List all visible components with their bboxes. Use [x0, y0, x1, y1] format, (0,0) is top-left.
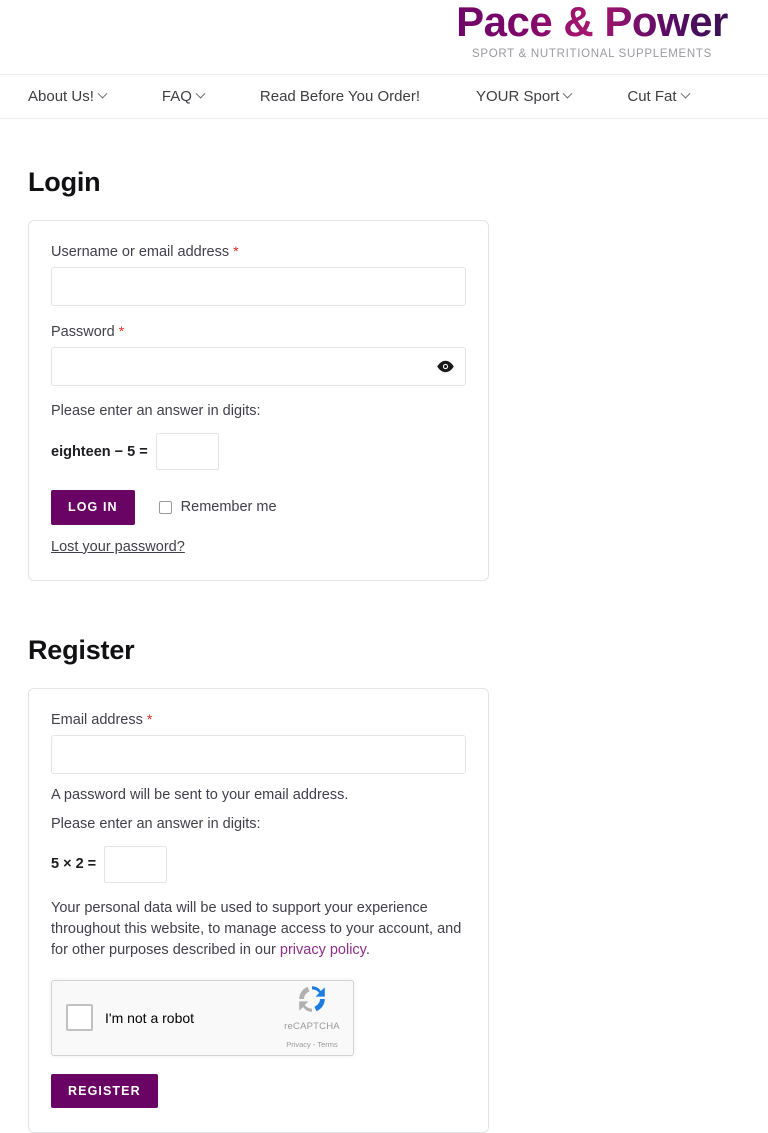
register-captcha-question: 5 × 2 =	[51, 856, 96, 872]
main-content: Login Username or email address * Passwo…	[0, 167, 768, 1133]
register-captcha-input[interactable]	[104, 846, 167, 883]
register-form-card: Email address * A password will be sent …	[28, 688, 489, 1133]
recaptcha-widget[interactable]: I'm not a robot reCAPTCHA Privacy - Term…	[51, 980, 354, 1056]
username-label: Username or email address *	[51, 243, 466, 260]
nav-item-faq[interactable]: FAQ	[162, 88, 204, 105]
email-helper-text: A password will be sent to your email ad…	[51, 787, 466, 803]
chevron-down-icon	[195, 89, 205, 99]
remember-me-control[interactable]: Remember me	[159, 499, 277, 515]
primary-navigation: About Us! FAQ Read Before You Order! YOU…	[0, 74, 768, 119]
site-branding[interactable]: Pace & Power Sport & Nutritional Supplem…	[432, 0, 752, 60]
login-form-card: Username or email address * Password * P…	[28, 220, 489, 581]
nav-list: About Us! FAQ Read Before You Order! YOU…	[0, 75, 768, 118]
email-label-text: Email address	[51, 712, 143, 728]
login-captcha-input[interactable]	[156, 433, 219, 470]
recaptcha-label: I'm not a robot	[105, 1010, 277, 1026]
remember-me-label: Remember me	[181, 499, 277, 515]
login-captcha-prompt: Please enter an answer in digits:	[51, 403, 466, 419]
register-heading: Register	[28, 635, 740, 666]
recaptcha-logo-icon	[296, 983, 328, 1015]
password-field-wrapper	[51, 347, 466, 386]
required-asterisk: *	[119, 323, 124, 339]
site-logo-text[interactable]: Pace & Power	[432, 0, 752, 44]
username-label-text: Username or email address	[51, 244, 229, 260]
privacy-notice-text-end: .	[366, 942, 370, 958]
register-button-wrapper: Register	[51, 1074, 466, 1109]
nav-item-label: YOUR Sport	[476, 88, 559, 105]
privacy-notice: Your personal data will be used to suppo…	[51, 898, 466, 961]
chevron-down-icon	[563, 89, 573, 99]
nav-item-label: Read Before You Order!	[260, 88, 420, 105]
privacy-policy-link[interactable]: privacy policy	[280, 942, 366, 958]
login-heading: Login	[28, 167, 740, 198]
nav-item-cut-fat[interactable]: Cut Fat	[627, 88, 688, 105]
log-in-button[interactable]: Log in	[51, 490, 135, 525]
register-captcha-prompt: Please enter an answer in digits:	[51, 816, 466, 832]
password-label-text: Password	[51, 324, 115, 340]
nav-item-label: Cut Fat	[627, 88, 676, 105]
lost-password-link[interactable]: Lost your password?	[51, 539, 185, 555]
required-asterisk: *	[233, 243, 238, 259]
chevron-down-icon	[680, 89, 690, 99]
recaptcha-legal-links[interactable]: Privacy - Terms	[286, 1040, 338, 1049]
email-input[interactable]	[51, 735, 466, 774]
nav-item-label: About Us!	[28, 88, 94, 105]
email-label: Email address *	[51, 711, 466, 728]
privacy-notice-text: Your personal data will be used to suppo…	[51, 900, 461, 958]
register-button[interactable]: Register	[51, 1074, 158, 1109]
recaptcha-branding: reCAPTCHA Privacy - Terms	[277, 983, 353, 1052]
site-tagline: Sport & Nutritional Supplements	[432, 48, 752, 60]
chevron-down-icon	[97, 89, 107, 99]
recaptcha-checkbox[interactable]	[66, 1004, 93, 1031]
username-input[interactable]	[51, 267, 466, 306]
nav-item-about-us[interactable]: About Us!	[28, 88, 106, 105]
remember-me-checkbox[interactable]	[159, 501, 172, 514]
password-label: Password *	[51, 323, 466, 340]
login-action-row: Log in Remember me	[51, 490, 466, 525]
required-asterisk: *	[147, 711, 152, 727]
register-captcha-row: 5 × 2 =	[51, 846, 466, 883]
nav-item-label: FAQ	[162, 88, 192, 105]
site-header: Pace & Power Sport & Nutritional Supplem…	[0, 0, 768, 74]
login-captcha-question: eighteen − 5 =	[51, 444, 148, 460]
login-captcha-row: eighteen − 5 =	[51, 433, 466, 470]
password-input[interactable]	[51, 347, 466, 386]
eye-icon[interactable]	[435, 360, 455, 374]
nav-item-read-before-you-order[interactable]: Read Before You Order!	[260, 88, 420, 105]
nav-item-your-sport[interactable]: YOUR Sport	[476, 88, 571, 105]
recaptcha-brand-name: reCAPTCHA	[284, 1021, 340, 1032]
